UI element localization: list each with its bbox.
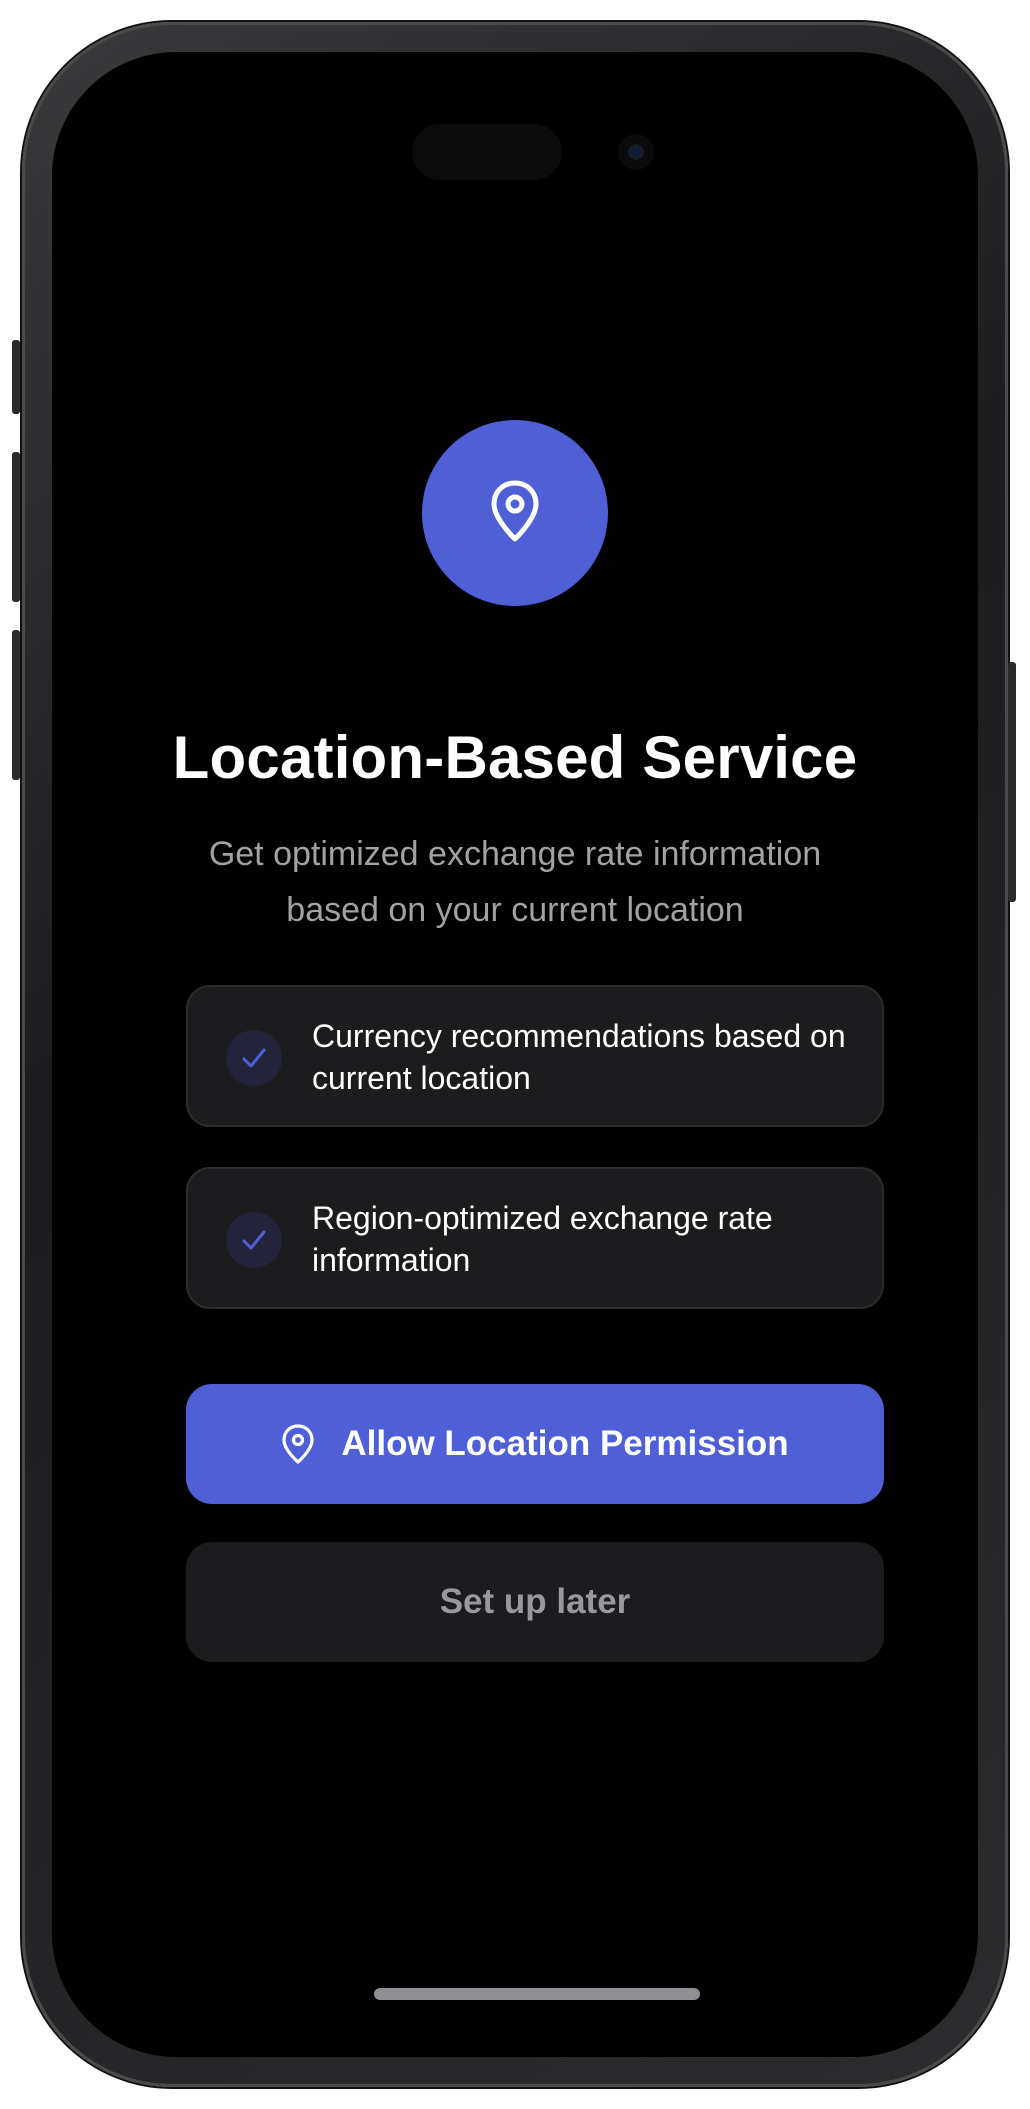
page-subtitle: Get optimized exchange rate information … — [208, 835, 822, 929]
hero-location-badge — [422, 420, 608, 606]
volume-up-button — [12, 452, 20, 602]
app-screen: Location-Based Service Get optimized exc… — [52, 52, 978, 2057]
page-title: Location-Based Service — [172, 724, 858, 791]
volume-down-button — [12, 630, 20, 780]
feature-item-region: Region-optimized exchange rate informati… — [186, 1167, 884, 1309]
action-button — [12, 340, 20, 414]
allow-location-label: Allow Location Permission — [341, 1424, 789, 1463]
power-button — [1008, 662, 1016, 902]
front-camera — [618, 134, 654, 170]
home-indicator[interactable] — [374, 1988, 700, 2000]
allow-location-button[interactable]: Allow Location Permission — [186, 1384, 884, 1504]
map-pin-icon — [489, 479, 541, 548]
set-up-later-button[interactable]: Set up later — [186, 1542, 884, 1662]
feature-text: Region-optimized exchange rate informati… — [312, 1200, 773, 1278]
check-icon — [226, 1030, 282, 1086]
set-up-later-label: Set up later — [439, 1582, 631, 1621]
feature-item-currency: Currency recommendations based on curren… — [186, 985, 884, 1127]
phone-frame: Location-Based Service Get optimized exc… — [12, 22, 1016, 2087]
feature-text: Currency recommendations based on curren… — [312, 1018, 846, 1096]
check-icon — [226, 1212, 282, 1268]
dynamic-island — [412, 124, 562, 180]
map-pin-icon — [281, 1423, 315, 1465]
